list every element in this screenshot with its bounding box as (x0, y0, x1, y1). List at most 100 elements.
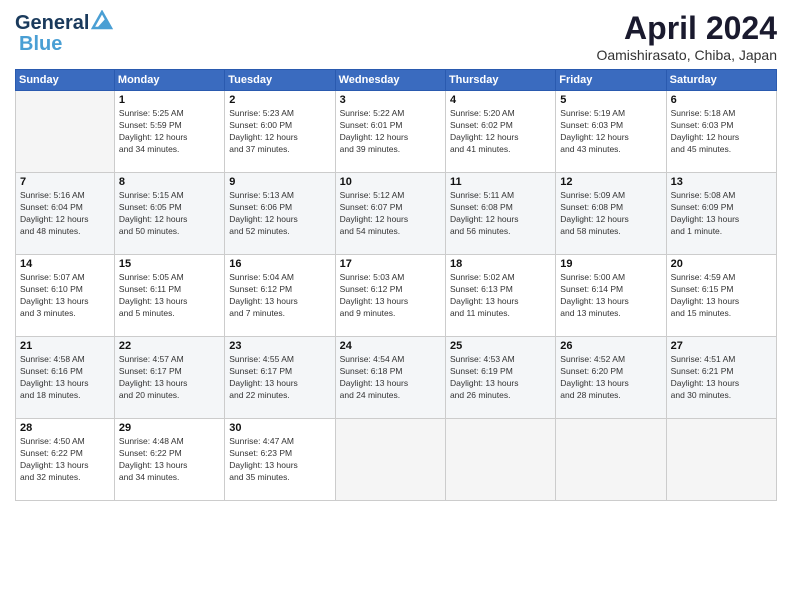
day-number: 6 (671, 94, 772, 106)
day-info: Sunrise: 4:51 AM Sunset: 6:21 PM Dayligh… (671, 354, 772, 402)
calendar-cell: 18 Sunrise: 5:02 AM Sunset: 6:13 PM Dayli… (445, 255, 555, 337)
th-friday: Friday (556, 70, 666, 91)
calendar-cell: 29 Sunrise: 4:48 AM Sunset: 6:22 PM Dayli… (114, 419, 224, 501)
day-number: 12 (560, 176, 661, 188)
day-info: Sunrise: 5:13 AM Sunset: 6:06 PM Dayligh… (229, 190, 330, 238)
day-info: Sunrise: 4:50 AM Sunset: 6:22 PM Dayligh… (20, 436, 110, 484)
day-info: Sunrise: 4:57 AM Sunset: 6:17 PM Dayligh… (119, 354, 220, 402)
th-tuesday: Tuesday (225, 70, 335, 91)
day-info: Sunrise: 5:19 AM Sunset: 6:03 PM Dayligh… (560, 108, 661, 156)
calendar-cell: 9 Sunrise: 5:13 AM Sunset: 6:06 PM Daylig… (225, 173, 335, 255)
day-info: Sunrise: 4:52 AM Sunset: 6:20 PM Dayligh… (560, 354, 661, 402)
day-info: Sunrise: 5:12 AM Sunset: 6:07 PM Dayligh… (340, 190, 441, 238)
day-number: 1 (119, 94, 220, 106)
calendar-cell: 10 Sunrise: 5:12 AM Sunset: 6:07 PM Dayli… (335, 173, 445, 255)
day-info: Sunrise: 5:00 AM Sunset: 6:14 PM Dayligh… (560, 272, 661, 320)
calendar-cell: 12 Sunrise: 5:09 AM Sunset: 6:08 PM Dayli… (556, 173, 666, 255)
th-thursday: Thursday (445, 70, 555, 91)
day-number: 16 (229, 258, 330, 270)
day-number: 27 (671, 340, 772, 352)
day-info: Sunrise: 5:07 AM Sunset: 6:10 PM Dayligh… (20, 272, 110, 320)
day-info: Sunrise: 5:02 AM Sunset: 6:13 PM Dayligh… (450, 272, 551, 320)
day-number: 20 (671, 258, 772, 270)
th-saturday: Saturday (666, 70, 776, 91)
day-info: Sunrise: 4:54 AM Sunset: 6:18 PM Dayligh… (340, 354, 441, 402)
calendar-cell: 20Sunrise: 4:59 AM Sunset: 6:15 PM Dayli… (666, 255, 776, 337)
day-number: 11 (450, 176, 551, 188)
day-info: Sunrise: 5:16 AM Sunset: 6:04 PM Dayligh… (20, 190, 110, 238)
day-number: 29 (119, 422, 220, 434)
day-info: Sunrise: 5:20 AM Sunset: 6:02 PM Dayligh… (450, 108, 551, 156)
day-number: 15 (119, 258, 220, 270)
day-info: Sunrise: 4:58 AM Sunset: 6:16 PM Dayligh… (20, 354, 110, 402)
day-info: Sunrise: 5:23 AM Sunset: 6:00 PM Dayligh… (229, 108, 330, 156)
calendar-cell: 23Sunrise: 4:55 AM Sunset: 6:17 PM Dayli… (225, 337, 335, 419)
th-monday: Monday (114, 70, 224, 91)
day-number: 17 (340, 258, 441, 270)
calendar-week-0: 1 Sunrise: 5:25 AM Sunset: 5:59 PM Daylig… (16, 91, 777, 173)
calendar-table: Sunday Monday Tuesday Wednesday Thursday… (15, 69, 777, 501)
calendar-week-2: 14 Sunrise: 5:07 AM Sunset: 6:10 PM Dayli… (16, 255, 777, 337)
day-number: 10 (340, 176, 441, 188)
calendar-cell: 14 Sunrise: 5:07 AM Sunset: 6:10 PM Dayli… (16, 255, 115, 337)
th-sunday: Sunday (16, 70, 115, 91)
th-wednesday: Wednesday (335, 70, 445, 91)
calendar-week-3: 21Sunrise: 4:58 AM Sunset: 6:16 PM Dayli… (16, 337, 777, 419)
calendar-cell: 8 Sunrise: 5:15 AM Sunset: 6:05 PM Daylig… (114, 173, 224, 255)
logo-general: General (15, 12, 89, 35)
day-number: 24 (340, 340, 441, 352)
calendar-cell: 5 Sunrise: 5:19 AM Sunset: 6:03 PM Daylig… (556, 91, 666, 173)
day-number: 18 (450, 258, 551, 270)
day-info: Sunrise: 5:22 AM Sunset: 6:01 PM Dayligh… (340, 108, 441, 156)
day-number: 13 (671, 176, 772, 188)
logo-blue: Blue (15, 33, 62, 56)
logo-icon (91, 10, 113, 32)
day-number: 2 (229, 94, 330, 106)
day-number: 28 (20, 422, 110, 434)
day-number: 14 (20, 258, 110, 270)
day-number: 7 (20, 176, 110, 188)
header-row: Sunday Monday Tuesday Wednesday Thursday… (16, 70, 777, 91)
day-info: Sunrise: 5:15 AM Sunset: 6:05 PM Dayligh… (119, 190, 220, 238)
calendar-cell: 3 Sunrise: 5:22 AM Sunset: 6:01 PM Daylig… (335, 91, 445, 173)
logo: General Blue (15, 10, 113, 56)
calendar-cell: 24 Sunrise: 4:54 AM Sunset: 6:18 PM Dayli… (335, 337, 445, 419)
day-info: Sunrise: 5:25 AM Sunset: 5:59 PM Dayligh… (119, 108, 220, 156)
month-year-title: April 2024 (596, 10, 777, 47)
calendar-week-1: 7 Sunrise: 5:16 AM Sunset: 6:04 PM Daylig… (16, 173, 777, 255)
day-info: Sunrise: 5:11 AM Sunset: 6:08 PM Dayligh… (450, 190, 551, 238)
calendar-cell (666, 419, 776, 501)
calendar-cell (556, 419, 666, 501)
calendar-cell: 21Sunrise: 4:58 AM Sunset: 6:16 PM Dayli… (16, 337, 115, 419)
day-number: 5 (560, 94, 661, 106)
calendar-cell: 19 Sunrise: 5:00 AM Sunset: 6:14 PM Dayli… (556, 255, 666, 337)
day-number: 9 (229, 176, 330, 188)
calendar-cell: 2 Sunrise: 5:23 AM Sunset: 6:00 PM Daylig… (225, 91, 335, 173)
calendar-cell (16, 91, 115, 173)
day-number: 30 (229, 422, 330, 434)
day-number: 26 (560, 340, 661, 352)
calendar-cell: 13 Sunrise: 5:08 AM Sunset: 6:09 PM Dayli… (666, 173, 776, 255)
calendar-cell: 30Sunrise: 4:47 AM Sunset: 6:23 PM Dayli… (225, 419, 335, 501)
calendar-cell: 7 Sunrise: 5:16 AM Sunset: 6:04 PM Daylig… (16, 173, 115, 255)
calendar-cell: 17 Sunrise: 5:03 AM Sunset: 6:12 PM Dayli… (335, 255, 445, 337)
day-info: Sunrise: 5:03 AM Sunset: 6:12 PM Dayligh… (340, 272, 441, 320)
day-number: 4 (450, 94, 551, 106)
header: General Blue April 2024 Oamishirasato, C… (15, 10, 777, 63)
location-text: Oamishirasato, Chiba, Japan (596, 47, 777, 63)
day-number: 3 (340, 94, 441, 106)
day-info: Sunrise: 4:48 AM Sunset: 6:22 PM Dayligh… (119, 436, 220, 484)
calendar-cell: 26 Sunrise: 4:52 AM Sunset: 6:20 PM Dayli… (556, 337, 666, 419)
day-info: Sunrise: 5:18 AM Sunset: 6:03 PM Dayligh… (671, 108, 772, 156)
calendar-cell: 22 Sunrise: 4:57 AM Sunset: 6:17 PM Dayli… (114, 337, 224, 419)
calendar-cell: 15 Sunrise: 5:05 AM Sunset: 6:11 PM Dayli… (114, 255, 224, 337)
day-info: Sunrise: 5:09 AM Sunset: 6:08 PM Dayligh… (560, 190, 661, 238)
calendar-cell: 4 Sunrise: 5:20 AM Sunset: 6:02 PM Daylig… (445, 91, 555, 173)
day-info: Sunrise: 5:08 AM Sunset: 6:09 PM Dayligh… (671, 190, 772, 238)
day-number: 8 (119, 176, 220, 188)
day-number: 19 (560, 258, 661, 270)
day-info: Sunrise: 4:53 AM Sunset: 6:19 PM Dayligh… (450, 354, 551, 402)
day-number: 22 (119, 340, 220, 352)
calendar-cell: 1 Sunrise: 5:25 AM Sunset: 5:59 PM Daylig… (114, 91, 224, 173)
day-info: Sunrise: 5:05 AM Sunset: 6:11 PM Dayligh… (119, 272, 220, 320)
